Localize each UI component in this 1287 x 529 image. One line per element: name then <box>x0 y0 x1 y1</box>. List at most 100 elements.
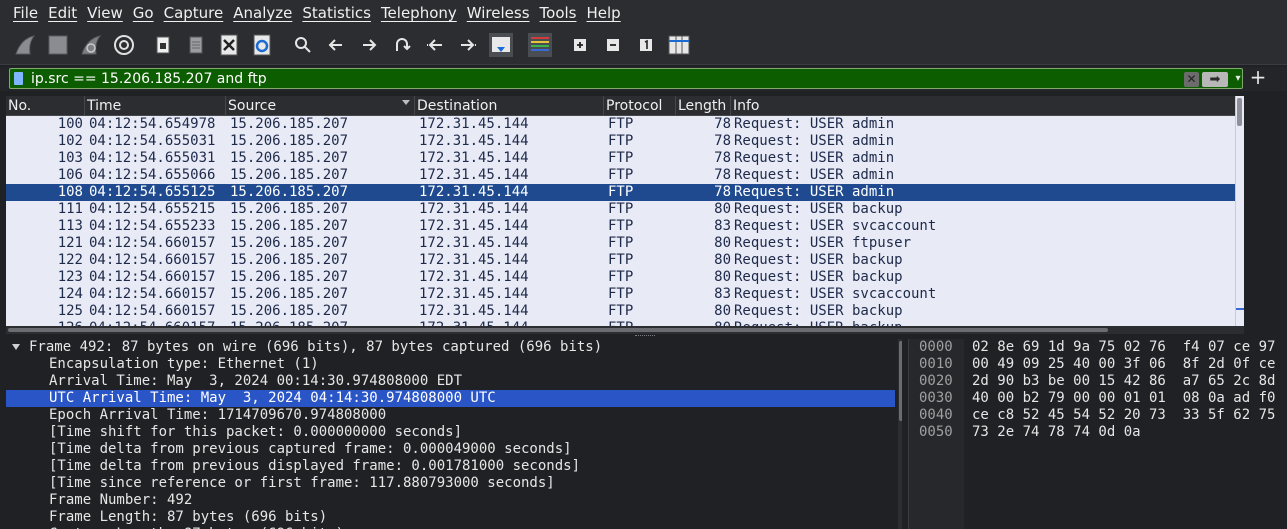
main-toolbar <box>0 26 1287 65</box>
byte-hex-row[interactable]: ce c8 52 45 54 52 20 73 33 5f 62 75 <box>972 407 1275 424</box>
packet-row[interactable]: 125 04:12:54.660157 15.206.185.207 172.31.4… <box>6 303 1235 320</box>
detail-field[interactable]: Frame Number: 492 <box>6 492 895 509</box>
close-file-button[interactable] <box>215 31 243 59</box>
details-scrollbar[interactable] <box>898 339 902 529</box>
menu-capture[interactable]: Capture <box>164 4 224 22</box>
packet-length: 78 <box>714 133 731 149</box>
packet-source: 15.206.185.207 <box>230 116 349 132</box>
clear-filter-icon[interactable]: ✕ <box>1184 72 1199 87</box>
detail-field[interactable]: Arrival Time: May 3, 2024 00:14:30.97480… <box>6 373 895 390</box>
packet-protocol: FTP <box>608 303 634 319</box>
packet-list[interactable]: No. Time Source Destination Protocol Len… <box>6 96 1244 326</box>
go-forward-button[interactable] <box>355 31 383 59</box>
go-last-packet-button[interactable] <box>454 31 482 59</box>
packet-row[interactable]: 106 04:12:54.655066 15.206.185.207 172.31.4… <box>6 167 1235 184</box>
start-capture-button[interactable] <box>11 31 39 59</box>
restart-capture-button[interactable] <box>77 31 105 59</box>
menu-view[interactable]: View <box>87 4 123 22</box>
resize-columns-button[interactable] <box>665 31 693 59</box>
go-first-packet-button[interactable] <box>421 31 449 59</box>
scrollbar-thumb[interactable] <box>1237 98 1242 126</box>
horizontal-scrollbar-thumb[interactable] <box>8 328 1108 332</box>
packet-list-horizontal-scrollbar[interactable] <box>6 326 1244 334</box>
packet-protocol: FTP <box>608 201 634 217</box>
menu-analyze[interactable]: Analyze <box>233 4 292 22</box>
column-header-no[interactable]: No. <box>6 96 85 116</box>
packet-protocol: FTP <box>608 286 634 302</box>
colorize-button[interactable] <box>526 31 554 59</box>
pane-splitter-handle[interactable] <box>635 335 655 338</box>
detail-field[interactable]: [Time delta from previous displayed fram… <box>6 458 895 475</box>
column-header-source[interactable]: Source <box>226 96 415 116</box>
column-header-time[interactable]: Time <box>85 96 226 116</box>
menu-file[interactable]: File <box>13 4 38 22</box>
autoscroll-button[interactable] <box>487 31 515 59</box>
capture-options-button[interactable] <box>110 31 138 59</box>
packet-row[interactable]: 102 04:12:54.655031 15.206.185.207 172.31.4… <box>6 133 1235 150</box>
menu-go[interactable]: Go <box>133 4 154 22</box>
packet-details-pane[interactable]: Frame 492: 87 bytes on wire (696 bits), … <box>6 339 902 529</box>
zoom-out-button[interactable] <box>599 31 627 59</box>
detail-field[interactable]: Frame Length: 87 bytes (696 bits) <box>6 509 895 526</box>
column-header-protocol[interactable]: Protocol <box>604 96 676 116</box>
column-header-destination[interactable]: Destination <box>415 96 604 116</box>
byte-hex-row[interactable]: 02 8e 69 1d 9a 75 02 76 f4 07 ce 97 <box>972 339 1275 356</box>
menu-tools[interactable]: Tools <box>540 4 577 22</box>
packet-row[interactable]: 100 04:12:54.654978 15.206.185.207 172.31.4… <box>6 116 1235 133</box>
packet-info: Request: USER backup <box>734 269 903 285</box>
menu-wireless[interactable]: Wireless <box>467 4 530 22</box>
packet-row[interactable]: 113 04:12:54.655233 15.206.185.207 172.31.4… <box>6 218 1235 235</box>
jump-icon <box>393 36 411 54</box>
bookmark-icon[interactable] <box>14 72 23 85</box>
find-packet-button[interactable] <box>289 31 317 59</box>
save-file-button[interactable] <box>182 31 210 59</box>
packet-bytes-pane[interactable]: 0000 0010 0020 0030 0040 0050 02 8e 69 1d 9a … <box>908 339 1287 529</box>
menu-edit[interactable]: Edit <box>48 4 77 22</box>
detail-field[interactable]: [Time delta from previous captured frame… <box>6 441 895 458</box>
column-header-info[interactable]: Info <box>731 96 1235 116</box>
reload-file-button[interactable] <box>248 31 276 59</box>
packet-row[interactable]: 122 04:12:54.660157 15.206.185.207 172.31.4… <box>6 252 1235 269</box>
packet-row[interactable]: 111 04:12:54.655215 15.206.185.207 172.31.4… <box>6 201 1235 218</box>
byte-hex-row[interactable]: 40 00 b2 79 00 00 01 01 08 0a ad f0 <box>972 390 1275 407</box>
detail-field[interactable]: [Time shift for this packet: 0.000000000… <box>6 424 895 441</box>
display-filter-bar: ip.src == 15.206.185.207 and ftp ✕ ➡ ▾ + <box>0 67 1287 91</box>
packet-row[interactable]: 123 04:12:54.660157 15.206.185.207 172.31.4… <box>6 269 1235 286</box>
packet-row[interactable]: 103 04:12:54.655031 15.206.185.207 172.31.4… <box>6 150 1235 167</box>
add-filter-button[interactable]: + <box>1248 67 1268 89</box>
menu-help[interactable]: Help <box>586 4 620 22</box>
detail-field[interactable]: Encapsulation type: Ethernet (1) <box>6 356 895 373</box>
byte-hex-row[interactable]: 00 49 09 25 40 00 3f 06 8f 2d 0f ce <box>972 356 1275 373</box>
byte-hex-row[interactable]: 73 2e 74 78 74 0d 0a <box>972 424 1141 441</box>
menu-telephony[interactable]: Telephony <box>381 4 457 22</box>
normal-size-button[interactable] <box>632 31 660 59</box>
byte-hex-row[interactable]: 2d 90 b3 be 00 15 42 86 a7 65 2c 8d <box>972 373 1275 390</box>
detail-text: Frame Number: 492 <box>49 492 193 508</box>
packet-source: 15.206.185.207 <box>230 303 349 319</box>
apply-filter-icon[interactable]: ➡ <box>1202 72 1228 87</box>
packet-info: Request: USER backup <box>734 252 903 268</box>
packet-row[interactable]: 121 04:12:54.660157 15.206.185.207 172.31.4… <box>6 235 1235 252</box>
open-file-button[interactable] <box>149 31 177 59</box>
column-header-length[interactable]: Length <box>676 96 731 116</box>
detail-field-selected[interactable]: UTC Arrival Time: May 3, 2024 04:14:30.9… <box>6 390 895 407</box>
packet-destination: 172.31.45.144 <box>419 201 529 217</box>
packet-row[interactable]: 124 04:12:54.660157 15.206.185.207 172.31.4… <box>6 286 1235 303</box>
packet-row-selected[interactable]: 108 04:12:54.655125 15.206.185.207 172.31.4… <box>6 184 1235 201</box>
go-to-packet-button[interactable] <box>388 31 416 59</box>
frame-tree-node[interactable]: Frame 492: 87 bytes on wire (696 bits), … <box>6 339 895 356</box>
display-filter-text[interactable]: ip.src == 15.206.185.207 and ftp <box>31 71 267 87</box>
display-filter-input[interactable]: ip.src == 15.206.185.207 and ftp ✕ ➡ ▾ <box>9 68 1243 89</box>
stop-capture-button[interactable] <box>44 31 72 59</box>
packet-time: 04:12:54.660157 <box>89 303 216 319</box>
go-back-button[interactable] <box>322 31 350 59</box>
expand-arrow-icon[interactable] <box>12 344 20 350</box>
menu-statistics[interactable]: Statistics <box>302 4 371 22</box>
zoom-in-button[interactable] <box>566 31 594 59</box>
filter-history-dropdown-icon[interactable]: ▾ <box>1233 70 1243 88</box>
detail-field[interactable]: [Time since reference or first frame: 11… <box>6 475 895 492</box>
details-scrollbar-thumb[interactable] <box>899 341 902 421</box>
packet-list-scrollbar[interactable] <box>1235 96 1244 326</box>
detail-field[interactable]: Epoch Arrival Time: 1714709670.974808000 <box>6 407 895 424</box>
packet-destination: 172.31.45.144 <box>419 252 529 268</box>
